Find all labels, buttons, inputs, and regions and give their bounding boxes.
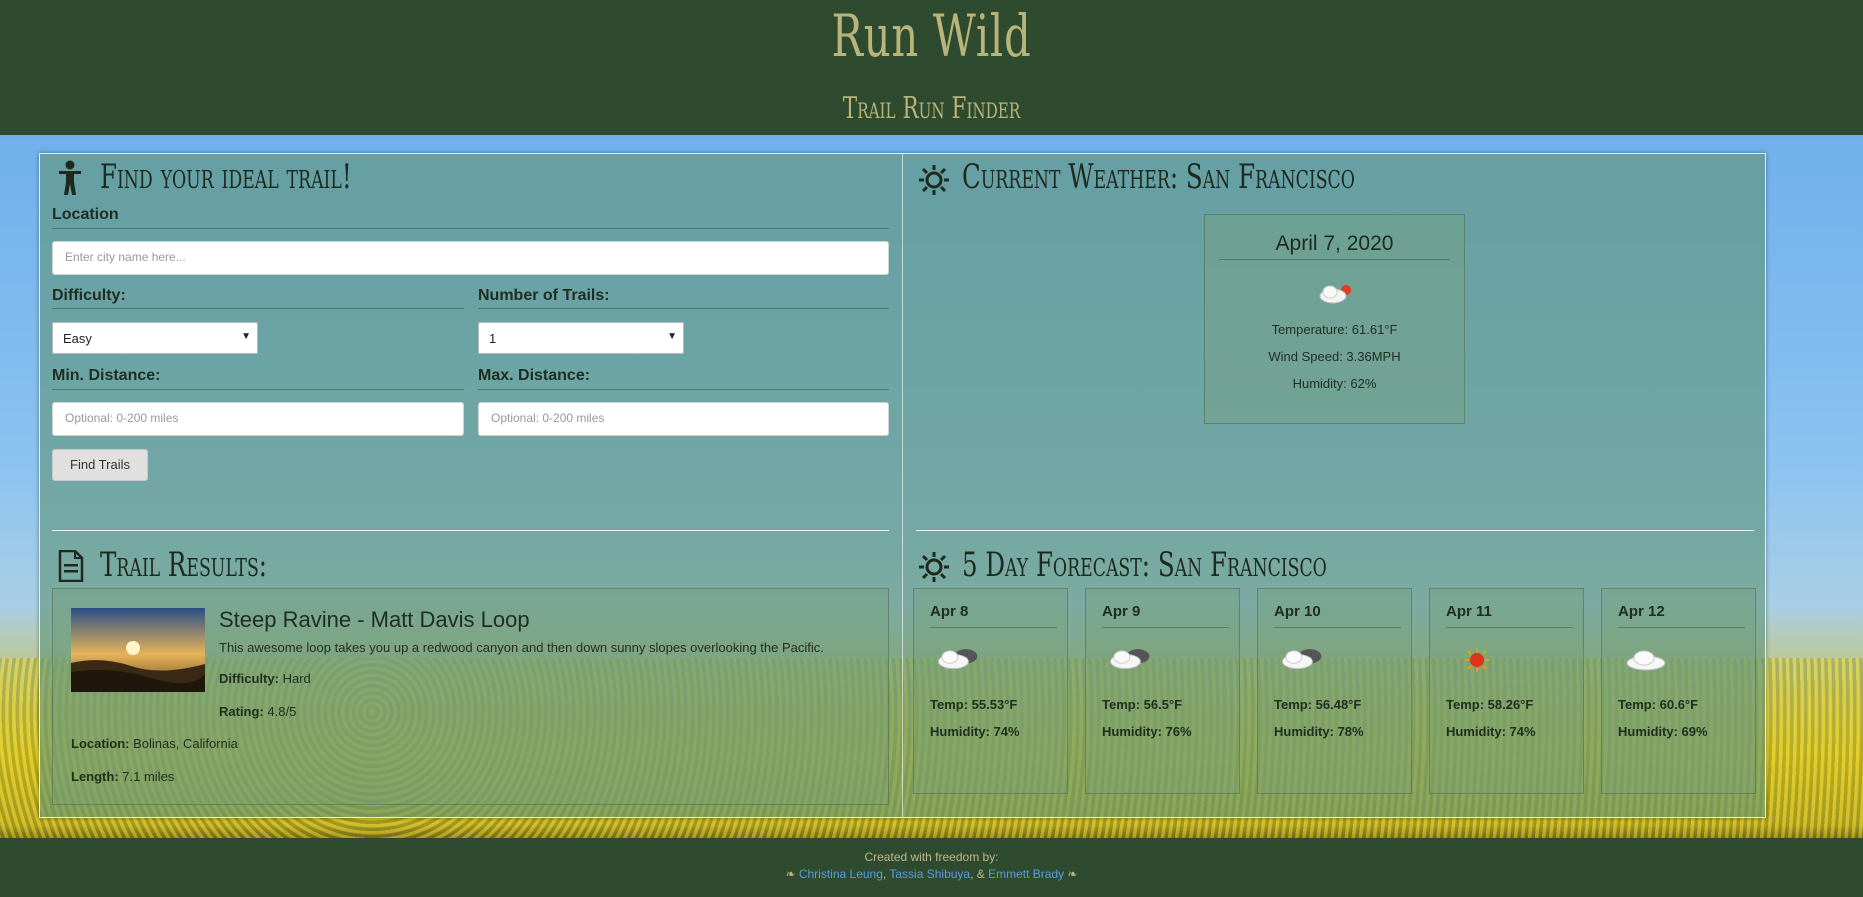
current-date-rule — [1219, 259, 1450, 260]
difficulty-value: Easy — [63, 331, 92, 346]
caret-down-icon: ▼ — [241, 331, 251, 342]
forecast-rule — [1446, 627, 1573, 628]
partly-cloudy-icon — [1319, 285, 1351, 304]
trail-rating: Rating: 4.8/5 — [219, 704, 296, 719]
trail-difficulty: Difficulty: Hard — [219, 671, 311, 686]
forecast-temp: Temp: 58.26°F — [1446, 697, 1534, 712]
length-key: Length: — [71, 769, 119, 784]
trail-card: Steep Ravine - Matt Davis Loop This awes… — [52, 588, 889, 805]
forecast-date: Apr 11 — [1446, 603, 1492, 620]
cloud-icon — [1626, 650, 1666, 671]
weather-divider — [916, 530, 1754, 531]
current-temperature: Temperature: 61.61°F — [1271, 322, 1398, 337]
current-weather-title: Current Weather: San Francisco — [962, 157, 1355, 197]
forecast-humidity: Humidity: 74% — [1446, 724, 1536, 739]
rating-val: 4.8/5 — [267, 704, 297, 719]
max-distance-input[interactable]: Optional: 0-200 miles — [478, 402, 889, 436]
forecast-humidity: Humidity: 76% — [1102, 724, 1192, 739]
forecast-temp: Temp: 55.53°F — [930, 697, 1018, 712]
forecast-card-1: Apr 8 Temp: 55.53°F Humidity: 74% — [913, 588, 1068, 794]
num-trails-select[interactable]: 1 ▼ — [478, 322, 684, 354]
trail-description: This awesome loop takes you up a redwood… — [219, 640, 824, 655]
location-rule — [52, 228, 889, 229]
forecast-humidity: Humidity: 69% — [1618, 724, 1708, 739]
forecast-card-2: Apr 9 Temp: 56.5°F Humidity: 76% — [1085, 588, 1240, 794]
trail-thumbnail — [71, 608, 205, 692]
forecast-date: Apr 10 — [1274, 603, 1321, 620]
cloudy-icon — [1281, 649, 1322, 670]
current-weather-card: April 7, 2020 Temperature: 61.61°F Wind … — [1204, 214, 1465, 424]
difficulty-key: Difficulty: — [219, 671, 279, 686]
forecast-card-3: Apr 10 Temp: 56.48°F Humidity: 78% — [1257, 588, 1412, 794]
max-distance-rule — [478, 389, 889, 390]
forecast-rule — [1618, 627, 1745, 628]
leaf-icon: ❧ — [1067, 867, 1078, 881]
forecast-temp: Temp: 56.5°F — [1102, 697, 1183, 712]
min-distance-rule — [52, 389, 464, 390]
location-input[interactable]: Enter city name here... — [52, 241, 889, 275]
forecast-humidity: Humidity: 78% — [1274, 724, 1364, 739]
sun-icon — [919, 552, 949, 582]
num-trails-value: 1 — [489, 331, 497, 346]
rating-key: Rating: — [219, 704, 264, 719]
length-val: 7.1 miles — [122, 769, 175, 784]
current-humidity: Humidity: 62% — [1292, 376, 1377, 391]
forecast-date: Apr 8 — [930, 603, 969, 620]
person-icon — [59, 160, 81, 195]
min-distance-label: Min. Distance: — [52, 367, 161, 384]
author-sep: , & — [970, 867, 985, 881]
location-val: Bolinas, California — [133, 736, 238, 751]
min-distance-input[interactable]: Optional: 0-200 miles — [52, 402, 464, 436]
num-trails-label: Number of Trails: — [478, 287, 610, 304]
search-title: Find your ideal trail! — [100, 157, 352, 197]
footer-credit: Created with freedom by: — [864, 850, 999, 864]
cloudy-icon — [937, 649, 978, 670]
panel-divider — [902, 153, 903, 818]
find-trails-button[interactable]: Find Trails — [52, 449, 148, 481]
forecast-humidity: Humidity: 74% — [930, 724, 1020, 739]
results-title: Trail Results: — [100, 545, 268, 585]
site-footer: Created with freedom by: ❧ Christina Leu… — [0, 838, 1863, 897]
forecast-rule — [1274, 627, 1401, 628]
forecast-card-4: Apr 11 Temp: 58.26°F Humidity: 74% — [1429, 588, 1584, 794]
max-distance-label: Max. Distance: — [478, 367, 591, 384]
sun-icon — [1465, 648, 1489, 672]
forecast-rule — [930, 627, 1057, 628]
footer-authors: ❧ Christina Leung, Tassia Shibuya, & Emm… — [0, 867, 1863, 881]
difficulty-label: Difficulty: — [52, 287, 126, 304]
caret-down-icon: ▼ — [667, 331, 677, 342]
trail-location: Location: Bolinas, California — [71, 736, 238, 751]
search-divider — [52, 530, 889, 531]
forecast-temp: Temp: 60.6°F — [1618, 697, 1699, 712]
location-label: Location — [52, 206, 119, 223]
forecast-temp: Temp: 56.48°F — [1274, 697, 1362, 712]
num-trails-rule — [478, 308, 889, 309]
document-icon — [58, 550, 84, 582]
sun-icon — [919, 165, 949, 195]
author-link-tassia[interactable]: Tassia Shibuya — [889, 867, 970, 881]
forecast-title: 5 Day Forecast: San Francisco — [962, 545, 1327, 585]
current-date: April 7, 2020 — [1275, 232, 1394, 255]
location-key: Location: — [71, 736, 130, 751]
difficulty-select[interactable]: Easy ▼ — [52, 322, 258, 354]
cloudy-icon — [1109, 649, 1150, 670]
difficulty-rule — [52, 308, 464, 309]
difficulty-val: Hard — [282, 671, 311, 686]
trail-name[interactable]: Steep Ravine - Matt Davis Loop — [219, 607, 530, 633]
forecast-card-5: Apr 12 Temp: 60.6°F Humidity: 69% — [1601, 588, 1756, 794]
site-title: Run Wild — [831, 2, 1032, 70]
forecast-rule — [1102, 627, 1229, 628]
site-subtitle: Trail Run Finder — [842, 91, 1021, 126]
current-wind: Wind Speed: 3.36MPH — [1268, 349, 1401, 364]
site-header: Run Wild Trail Run Finder — [0, 0, 1863, 135]
author-link-christina[interactable]: Christina Leung — [799, 867, 883, 881]
forecast-date: Apr 12 — [1618, 603, 1665, 620]
trail-length: Length: 7.1 miles — [71, 769, 174, 784]
author-sep: , — [882, 867, 887, 881]
leaf-icon: ❧ — [785, 867, 796, 881]
forecast-date: Apr 9 — [1102, 603, 1141, 620]
author-link-emmett[interactable]: Emmett Brady — [988, 867, 1064, 881]
